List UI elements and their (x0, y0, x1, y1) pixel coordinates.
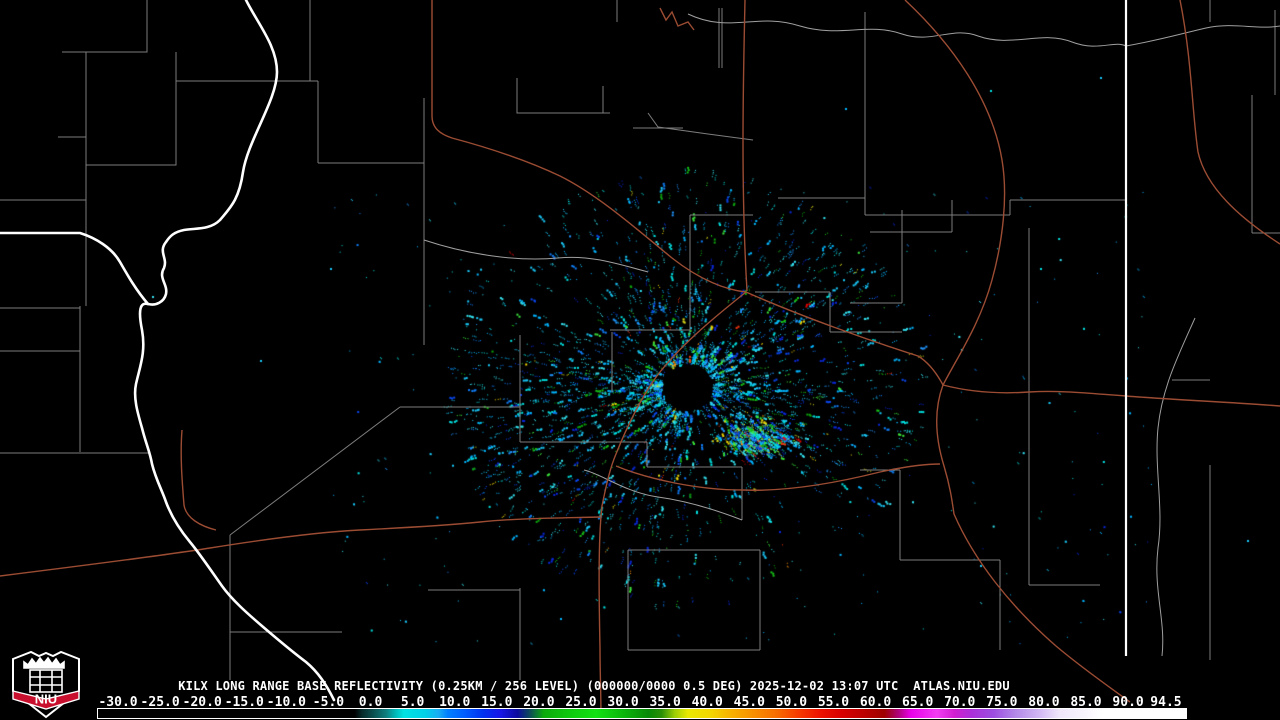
river-west-branch (0, 231, 150, 306)
highways-layer (0, 0, 1280, 719)
rivers-layer (0, 0, 1128, 702)
streams-layer (423, 13, 1280, 657)
colorbar-scale-labels: -30.0 -25.0 -20.0 -15.0 -10.0 -5.0 0.0 5.0 10.0 1… (97, 695, 1187, 710)
product-title: KILX LONG RANGE BASE REFLECTIVITY (0.25K… (178, 679, 1010, 693)
county-boundaries-layer (0, 0, 1280, 680)
radar-image: NIU KILX LONG RANGE BASE REFLECTIVITY (0… (0, 0, 1280, 720)
niu-logo: NIU (12, 650, 80, 719)
illinois-river (133, 0, 336, 702)
colorbar (97, 708, 1187, 719)
base-map (0, 0, 1280, 719)
logo-text: NIU (35, 692, 57, 707)
